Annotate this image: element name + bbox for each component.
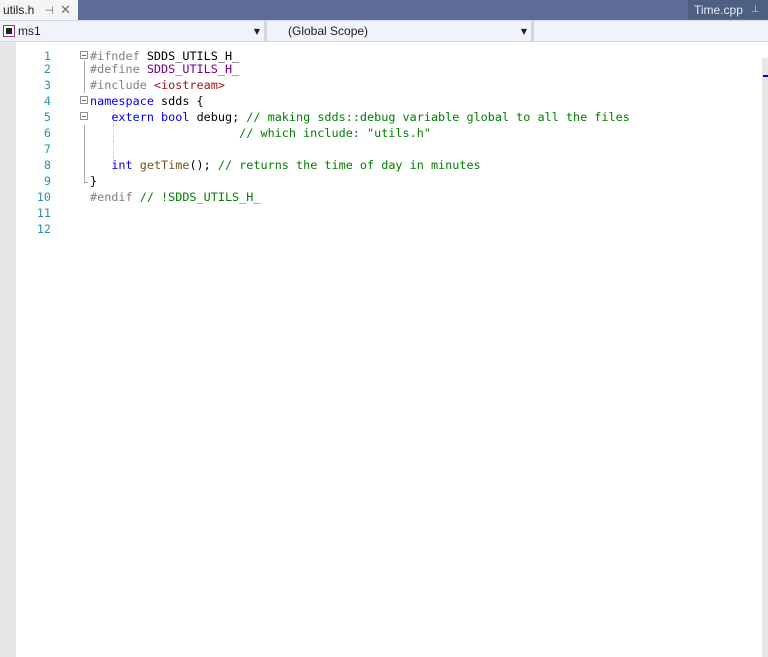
- editor-margin: [0, 42, 16, 657]
- collapse-icon[interactable]: [80, 96, 88, 104]
- code-token: <iostream>: [153, 78, 225, 92]
- code-token: sdds {: [153, 94, 204, 108]
- line-number: 4: [43, 94, 51, 108]
- line-number: 8: [43, 158, 51, 172]
- line-number: 6: [43, 126, 51, 140]
- line-number: 9: [43, 174, 51, 188]
- outline-guide: [84, 157, 85, 173]
- code-token: // making sdds::debug variable global to…: [246, 110, 630, 124]
- tab-utils-h[interactable]: utils.h ⊣ ✕: [0, 0, 78, 20]
- outline-guide: [84, 173, 88, 183]
- code-text: // which include: "utils.h": [90, 125, 431, 141]
- scope-dropdown[interactable]: (Global Scope) ▼: [267, 21, 531, 41]
- line-number: 3: [43, 78, 51, 92]
- code-token: bool: [161, 110, 190, 124]
- code-line[interactable]: 9}: [16, 173, 762, 189]
- code-token: // !SDDS_UTILS_H_: [139, 190, 261, 204]
- project-label: ms1: [18, 24, 41, 38]
- outline-guide: [84, 141, 85, 157]
- code-token: namespace: [90, 94, 154, 108]
- vertical-scrollbar[interactable]: [762, 58, 768, 657]
- line-number: 12: [36, 222, 51, 236]
- member-dropdown[interactable]: [534, 21, 768, 41]
- code-token: // which include: "utils.h": [239, 126, 431, 140]
- chevron-down-icon: ▼: [520, 27, 527, 36]
- code-text: #define SDDS_UTILS_H_: [90, 61, 239, 77]
- code-line[interactable]: 3 #include <iostream>: [16, 77, 762, 93]
- project-icon: [3, 25, 15, 37]
- code-token: ();: [189, 158, 218, 172]
- outline-guide: [84, 61, 85, 77]
- code-line[interactable]: 7: [16, 141, 762, 157]
- code-token: }: [90, 174, 98, 188]
- pin-icon[interactable]: ⊣: [44, 4, 54, 17]
- line-number: 2: [43, 62, 51, 76]
- pin-icon[interactable]: ⊥: [751, 4, 760, 15]
- code-line[interactable]: 6 // which include: "utils.h": [16, 125, 762, 141]
- code-line[interactable]: 10 #endif // !SDDS_UTILS_H_: [16, 189, 762, 205]
- code-line[interactable]: 12: [16, 221, 762, 237]
- code-text: extern bool debug; // making sdds::debug…: [90, 109, 630, 125]
- tab-time-cpp[interactable]: Time.cpp ⊥: [688, 0, 768, 19]
- code-line[interactable]: 11: [16, 205, 762, 221]
- code-token: SDDS_UTILS_H_: [146, 62, 240, 76]
- code-token: extern: [111, 110, 154, 124]
- code-text: #include <iostream>: [90, 77, 225, 93]
- code-text: }: [90, 173, 97, 189]
- code-line[interactable]: 2 #define SDDS_UTILS_H_: [16, 61, 762, 77]
- code-token: int: [111, 158, 133, 172]
- code-text: #endif // !SDDS_UTILS_H_: [90, 189, 260, 205]
- code-text: namespace sdds {: [90, 93, 204, 109]
- caret-marker: [763, 75, 768, 77]
- code-token: getTime: [139, 158, 190, 172]
- navigation-bar: ms1 ▼ (Global Scope) ▼: [0, 20, 768, 42]
- outline-guide: [84, 125, 85, 141]
- outline-guide: [84, 77, 85, 93]
- code-token: #endif: [90, 190, 140, 204]
- line-number: 10: [36, 190, 51, 204]
- line-number: 7: [43, 142, 51, 156]
- collapse-icon[interactable]: [80, 112, 88, 120]
- code-token: // returns the time of day in minutes: [217, 158, 481, 172]
- scope-label: (Global Scope): [288, 24, 369, 38]
- close-icon[interactable]: ✕: [60, 3, 71, 18]
- indent-guide: [113, 141, 114, 157]
- chevron-down-icon: ▼: [253, 27, 260, 36]
- code-editor[interactable]: 1 #ifndef SDDS_UTILS_H_ 2 #define SDDS_UTIL…: [16, 45, 762, 237]
- code-token: debug;: [189, 110, 247, 124]
- line-number: 11: [36, 206, 51, 220]
- project-dropdown[interactable]: ms1 ▼: [0, 21, 264, 41]
- code-text: int getTime(); // returns the time of da…: [90, 157, 481, 173]
- document-tab-bar: utils.h ⊣ ✕ Time.cpp ⊥: [0, 0, 768, 20]
- tab-label: utils.h: [3, 3, 35, 17]
- code-token: #define: [90, 62, 147, 76]
- collapse-icon[interactable]: [80, 51, 88, 59]
- line-number: 5: [43, 110, 51, 124]
- code-line[interactable]: 8 int getTime(); // returns the time of …: [16, 157, 762, 173]
- code-line[interactable]: 4 namespace sdds {: [16, 93, 762, 109]
- tab-label: Time.cpp: [694, 2, 743, 17]
- code-token: #include: [90, 78, 154, 92]
- code-line[interactable]: 5 extern bool debug; // making sdds::deb…: [16, 109, 762, 125]
